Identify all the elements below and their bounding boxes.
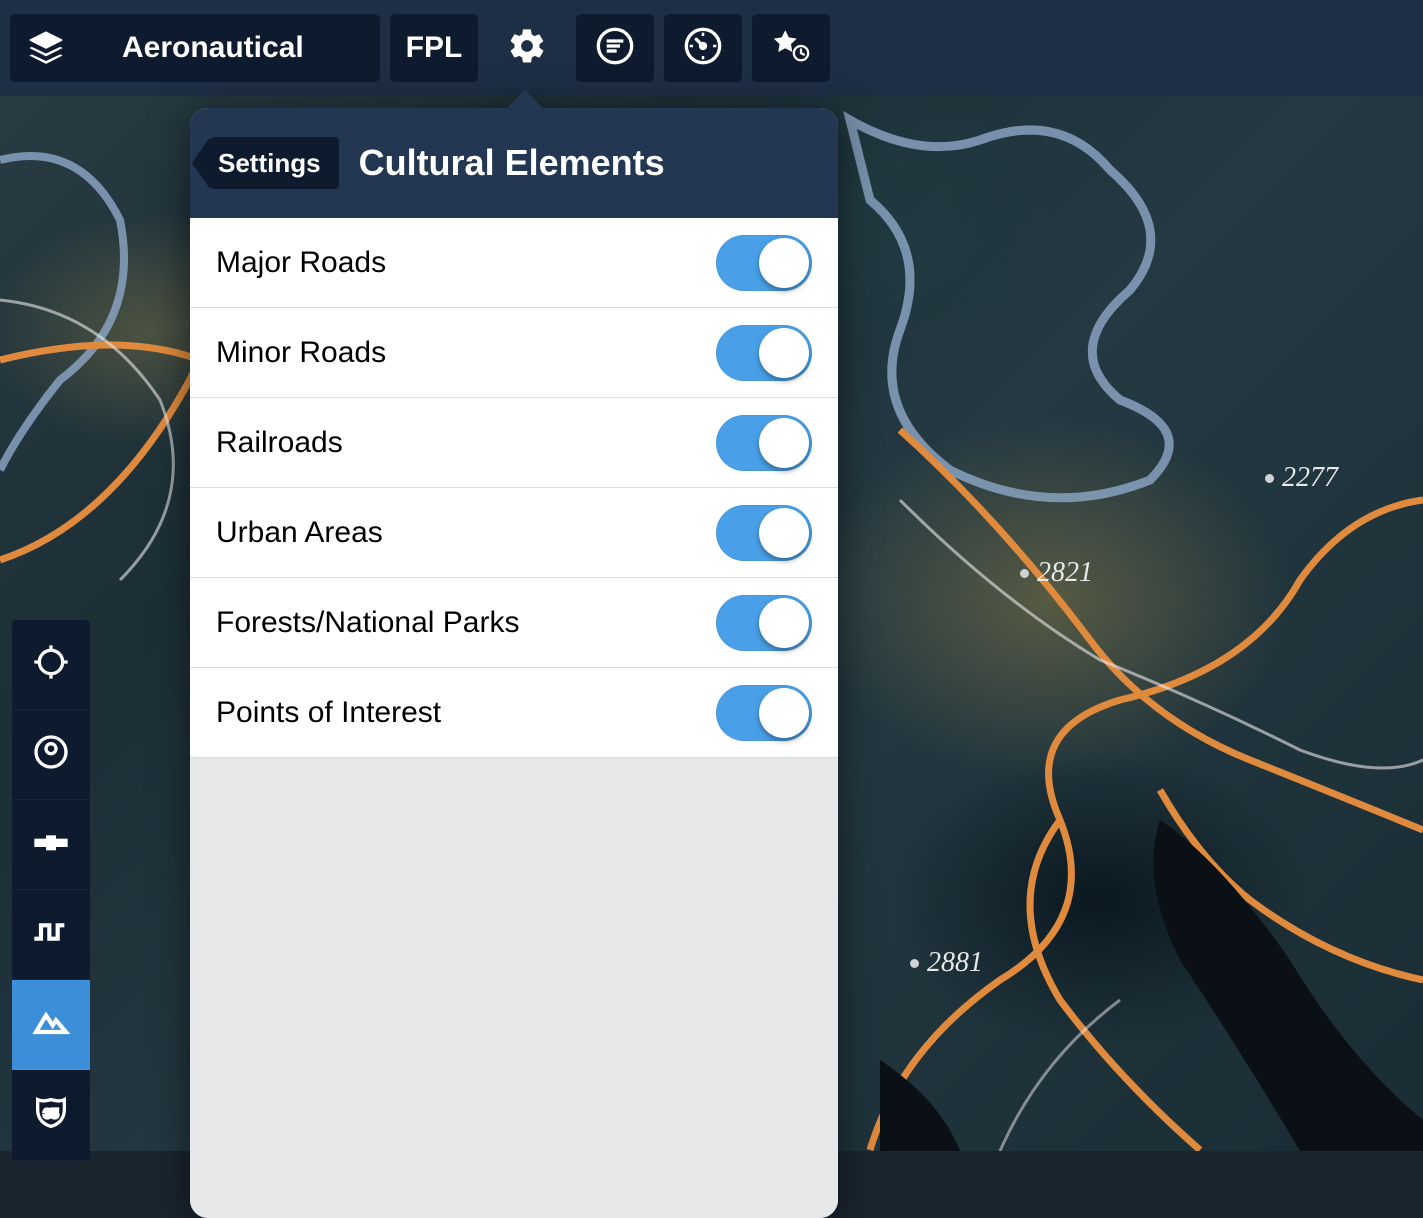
back-button[interactable]: Settings [210, 137, 339, 189]
setting-row-railroads: Railroads [190, 398, 838, 488]
profile-button[interactable] [12, 890, 90, 980]
svg-text:35: 35 [44, 1106, 59, 1121]
toggle-poi[interactable] [716, 685, 812, 741]
elevation-label: 2277 [1265, 462, 1338, 494]
layers-button[interactable]: Aeronautical [10, 14, 380, 82]
toggle-major-roads[interactable] [716, 235, 812, 291]
popover-arrow [505, 90, 545, 110]
target-icon [31, 732, 71, 777]
setting-row-major-roads: Major Roads [190, 218, 838, 308]
elevation-label: 2821 [1020, 557, 1093, 589]
settings-button[interactable] [488, 14, 566, 82]
highway-button[interactable]: 35 [12, 1070, 90, 1160]
popover-header: Settings Cultural Elements [190, 108, 838, 218]
popover-body: Major Roads Minor Roads Railroads Urban … [190, 218, 838, 1218]
toggle-urban-areas[interactable] [716, 505, 812, 561]
setting-label: Urban Areas [216, 516, 383, 550]
setting-row-forests: Forests/National Parks [190, 578, 838, 668]
square-wave-icon [31, 912, 71, 957]
gear-icon [507, 26, 547, 71]
gauge-button[interactable] [664, 14, 742, 82]
briefing-button[interactable] [576, 14, 654, 82]
ruler-icon [31, 822, 71, 867]
highway-shield-icon: 35 [31, 1093, 71, 1138]
crosshair-icon [31, 642, 71, 687]
setting-label: Railroads [216, 426, 343, 460]
setting-row-poi: Points of Interest [190, 668, 838, 758]
toggle-railroads[interactable] [716, 415, 812, 471]
toggle-forests[interactable] [716, 595, 812, 651]
setting-row-urban-areas: Urban Areas [190, 488, 838, 578]
layers-icon [24, 28, 68, 68]
favorites-history-button[interactable] [752, 14, 830, 82]
setting-label: Forests/National Parks [216, 606, 519, 640]
setting-label: Minor Roads [216, 336, 386, 370]
fpl-button[interactable]: FPL [390, 14, 478, 82]
locate-button[interactable] [12, 620, 90, 710]
setting-label: Points of Interest [216, 696, 441, 730]
nearest-button[interactable] [12, 710, 90, 800]
lines-circle-icon [595, 26, 635, 71]
elevation-label: 2881 [910, 947, 983, 979]
setting-label: Major Roads [216, 246, 386, 280]
star-clock-icon [771, 26, 811, 71]
side-toolbar: 35 [12, 620, 90, 1160]
toggle-minor-roads[interactable] [716, 325, 812, 381]
gauge-icon [683, 26, 723, 71]
popover-title: Cultural Elements [359, 142, 665, 184]
mountain-icon [31, 1002, 71, 1047]
settings-popover: Settings Cultural Elements Major Roads M… [190, 108, 838, 1218]
settings-list: Major Roads Minor Roads Railroads Urban … [190, 218, 838, 758]
terrain-button[interactable] [12, 980, 90, 1070]
ruler-button[interactable] [12, 800, 90, 890]
layers-label: Aeronautical [122, 31, 304, 65]
top-toolbar: Aeronautical FPL [0, 0, 1423, 96]
setting-row-minor-roads: Minor Roads [190, 308, 838, 398]
